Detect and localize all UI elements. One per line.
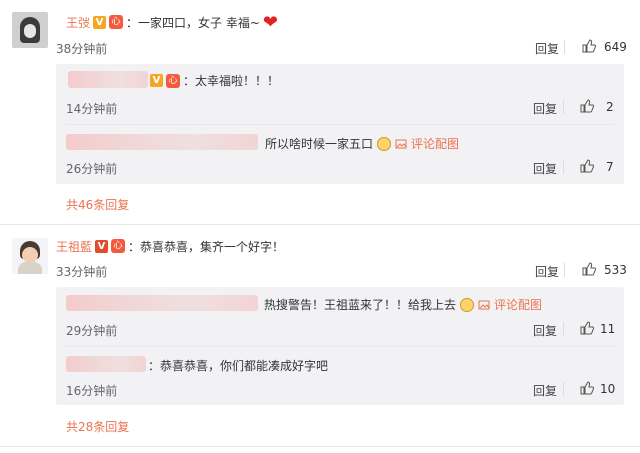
- avatar[interactable]: [12, 238, 48, 274]
- comment-text: ：一家四口，女子 幸福~: [126, 15, 260, 30]
- blurred-username: [66, 295, 258, 311]
- username-link[interactable]: 王弢: [66, 14, 90, 31]
- avatar[interactable]: [12, 12, 48, 48]
- divider: [563, 100, 564, 114]
- timestamp: 38分钟前: [56, 42, 108, 56]
- reply-button[interactable]: 回复: [533, 100, 557, 117]
- member-badge-icon: 心: [111, 239, 126, 253]
- subreply-line: 热搜警告！王祖蓝来了！！给我上去 评论配图: [264, 296, 542, 313]
- dog-emoji-icon: [460, 297, 475, 312]
- verified-v-icon: V: [93, 15, 107, 29]
- like-count: 10: [600, 382, 616, 396]
- verified-v-icon: V: [95, 239, 109, 253]
- thumbs-up-icon[interactable]: [582, 262, 596, 276]
- timestamp: 14分钟前: [66, 102, 118, 116]
- verified-v-icon: V: [150, 74, 163, 87]
- like-count: 649: [604, 40, 627, 54]
- subreply-text: 所以啥时候一家五口: [265, 137, 374, 151]
- more-replies-link[interactable]: 共46条回复: [66, 196, 129, 213]
- divider: [0, 224, 640, 225]
- comment-text: ：恭喜恭喜，集齐一个好字！: [128, 239, 285, 254]
- reply-button[interactable]: 回复: [533, 322, 557, 339]
- divider: [563, 160, 564, 174]
- reply-button[interactable]: 回复: [535, 40, 559, 57]
- picture-icon[interactable]: [395, 138, 407, 150]
- divider: [66, 124, 614, 125]
- divider: [0, 446, 640, 447]
- divider: [563, 322, 564, 336]
- timestamp: 16分钟前: [66, 384, 118, 398]
- divider: [564, 40, 565, 54]
- subreply-text: ：太幸福啦！！！: [183, 74, 280, 88]
- dog-emoji-icon: [377, 136, 392, 151]
- reply-button[interactable]: 回复: [535, 263, 559, 280]
- member-badge-icon: 心: [166, 73, 180, 88]
- subreply-text: ：恭喜恭喜，你们都能凑成好字吧: [148, 359, 329, 373]
- comment-picture-link[interactable]: 评论配图: [411, 135, 459, 152]
- reply-button[interactable]: 回复: [533, 382, 557, 399]
- like-count: 7: [606, 160, 614, 174]
- thumbs-up-icon[interactable]: [580, 99, 594, 113]
- divider: [563, 382, 564, 396]
- picture-icon[interactable]: [478, 299, 490, 311]
- comment-header: 王祖藍 V 心 ：恭喜恭喜，集齐一个好字！: [56, 236, 284, 256]
- divider: [564, 263, 565, 277]
- thumbs-up-icon[interactable]: [580, 381, 594, 395]
- like-count: 2: [606, 100, 614, 114]
- member-badge-icon: 心: [109, 15, 124, 29]
- username-link[interactable]: 王祖藍: [56, 238, 92, 255]
- like-count: 533: [604, 263, 627, 277]
- thumbs-up-icon[interactable]: [580, 321, 594, 335]
- more-replies-link[interactable]: 共28条回复: [66, 418, 129, 435]
- timestamp: 26分钟前: [66, 162, 118, 176]
- subreply-line: V 心 ：太幸福啦！！！: [150, 72, 279, 89]
- subreply-line: 所以啥时候一家五口 评论配图: [265, 135, 459, 152]
- timestamp: 33分钟前: [56, 265, 108, 279]
- thumbs-up-icon[interactable]: [580, 159, 594, 173]
- reply-button[interactable]: 回复: [533, 160, 557, 177]
- comment-header: 王弢 V 心 ：一家四口，女子 幸福~ ❤: [66, 11, 278, 33]
- timestamp: 29分钟前: [66, 324, 118, 338]
- subreply-text: 热搜警告！王祖蓝来了！！给我上去: [264, 298, 457, 312]
- blurred-username: [68, 71, 148, 88]
- thumbs-up-icon[interactable]: [582, 39, 596, 53]
- blurred-username: [66, 134, 258, 150]
- heart-icon: ❤: [262, 11, 278, 33]
- blurred-username: [66, 356, 146, 372]
- comment-picture-link[interactable]: 评论配图: [494, 296, 542, 313]
- like-count: 11: [600, 322, 616, 336]
- divider: [66, 346, 614, 347]
